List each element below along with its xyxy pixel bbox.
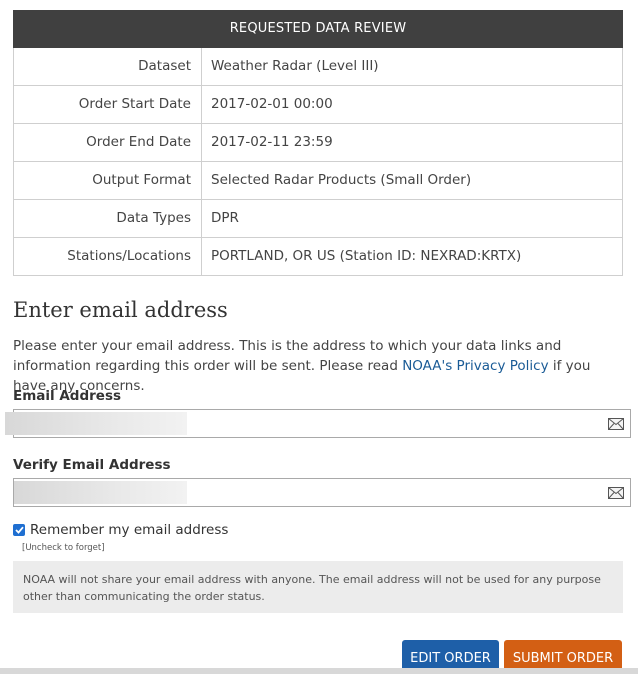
review-row-label: Order Start Date: [14, 86, 202, 123]
privacy-policy-link[interactable]: NOAA's Privacy Policy: [402, 358, 548, 374]
review-row-value: PORTLAND, OR US (Station ID: NEXRAD:KRTX…: [211, 248, 522, 264]
review-row-dataset: Dataset Weather Radar (Level III): [13, 48, 623, 86]
review-row-value: Weather Radar (Level III): [211, 58, 379, 74]
review-row-output-format: Output Format Selected Radar Products (S…: [13, 162, 623, 200]
email-label: Email Address: [13, 388, 122, 404]
review-table-title: REQUESTED DATA REVIEW: [13, 10, 623, 48]
uncheck-hint: [Uncheck to forget]: [22, 543, 105, 553]
review-row-value: 2017-02-11 23:59: [211, 134, 333, 150]
email-section-title: Enter email address: [13, 298, 228, 322]
checkmark-icon: [14, 526, 24, 534]
email-field[interactable]: [5, 409, 631, 438]
email-intro-text: Please enter your email address. This is…: [13, 336, 625, 396]
review-row-label: Stations/Locations: [14, 238, 202, 275]
review-row-start-date: Order Start Date 2017-02-01 00:00: [13, 86, 623, 124]
review-row-label: Dataset: [14, 48, 202, 85]
review-row-label: Order End Date: [14, 124, 202, 161]
verify-email-label: Verify Email Address: [13, 457, 171, 473]
remember-email-checkbox[interactable]: [13, 524, 25, 536]
review-row-value: Selected Radar Products (Small Order): [211, 172, 472, 188]
remember-email-control[interactable]: Remember my email address: [13, 522, 228, 538]
verify-email-field[interactable]: [13, 478, 631, 507]
redacted-email-value: [5, 412, 187, 435]
review-row-value: DPR: [211, 210, 239, 226]
envelope-icon: [608, 418, 624, 430]
review-row-label: Data Types: [14, 200, 202, 237]
envelope-icon: [608, 487, 624, 499]
review-row-data-types: Data Types DPR: [13, 200, 623, 238]
privacy-notice: NOAA will not share your email address w…: [13, 561, 623, 613]
review-row-value: 2017-02-01 00:00: [211, 96, 333, 112]
redacted-email-value: [14, 481, 187, 504]
review-row-label: Output Format: [14, 162, 202, 199]
review-row-stations: Stations/Locations PORTLAND, OR US (Stat…: [13, 238, 623, 276]
remember-email-label: Remember my email address: [30, 522, 229, 538]
review-row-end-date: Order End Date 2017-02-11 23:59: [13, 124, 623, 162]
review-table: REQUESTED DATA REVIEW Dataset Weather Ra…: [13, 10, 623, 276]
bottom-bar: [0, 668, 638, 674]
